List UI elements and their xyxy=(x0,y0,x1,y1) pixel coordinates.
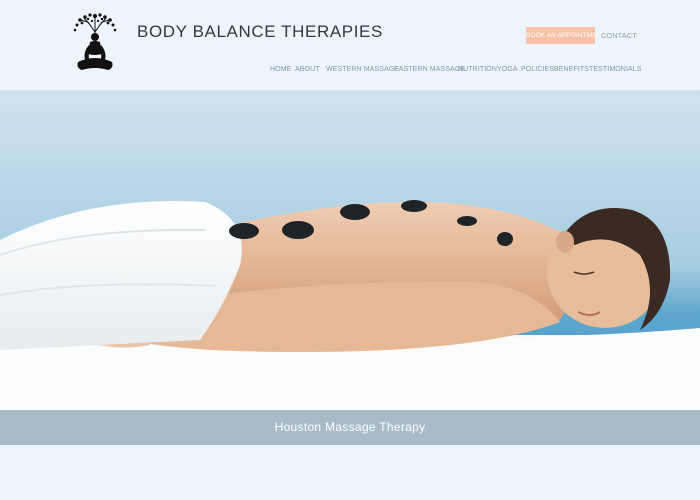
hero-caption: Houston Massage Therapy xyxy=(0,410,700,445)
site-header: BODY BALANCE THERAPIES BOOK AN APPOINTME… xyxy=(0,0,700,90)
contact-link[interactable]: CONTACT xyxy=(601,27,637,44)
nav-item-yoga[interactable]: YOGA xyxy=(497,66,518,73)
book-appointment-button[interactable]: BOOK AN APPOINTMENT xyxy=(526,27,605,44)
nav-item-benefits[interactable]: BENEFITS xyxy=(554,66,589,73)
nav-item-policies[interactable]: POLICIES xyxy=(521,66,554,73)
meditation-tree-logo-icon[interactable] xyxy=(70,10,120,78)
nav-item-western-massage[interactable]: WESTERN MASSAGE xyxy=(326,66,399,73)
nav-item-about[interactable]: ABOUT xyxy=(295,66,320,73)
hero-banner xyxy=(0,90,700,410)
content-area xyxy=(0,445,700,500)
site-title[interactable]: BODY BALANCE THERAPIES xyxy=(137,22,383,42)
nav-item-nutrition[interactable]: NUTRITION xyxy=(458,66,497,73)
hero-massage-photo xyxy=(0,90,700,410)
nav-item-home[interactable]: HOME xyxy=(270,66,291,73)
nav-item-eastern-massage[interactable]: EASTERN MASSAGE xyxy=(394,66,465,73)
nav-item-testimonials[interactable]: TESTIMONIALS xyxy=(589,66,642,73)
